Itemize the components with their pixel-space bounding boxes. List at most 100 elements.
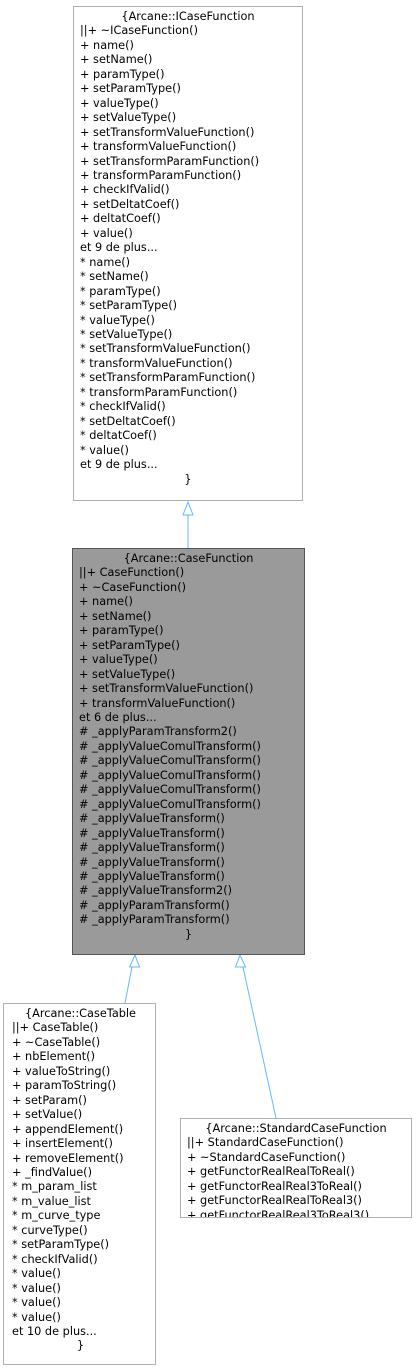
class-member: * setDeltatCoef()	[80, 414, 176, 428]
class-member: # _applyValueTransform()	[79, 869, 225, 883]
class-closing-brace: }	[184, 927, 193, 941]
class-member: + getFunctorRealRealToReal3()	[187, 1194, 362, 1208]
class-member: * setParamType()	[80, 299, 178, 313]
class-member: # _applyValueTransform()	[79, 812, 225, 826]
class-member: et 6 de plus...	[79, 710, 157, 724]
class-member: * transformValueFunction()	[80, 356, 233, 370]
class-member: + getFunctorRealReal3ToReal3()	[187, 1208, 370, 1218]
class-member: + setName()	[80, 53, 153, 67]
class-member: + paramToString()	[12, 1079, 117, 1093]
class-member: ||+ CaseFunction()	[79, 566, 185, 580]
class-member: * value()	[80, 443, 129, 457]
inheritance-arrowhead-casefunction-left	[128, 953, 141, 968]
class-member: + ~CaseFunction()	[79, 580, 187, 594]
member-list-standardcasefunction: ||+ StandardCaseFunction() + ~StandardCas…	[187, 1136, 405, 1218]
class-member: + transformParamFunction()	[80, 168, 242, 182]
class-member: * setTransformValueFunction()	[80, 342, 251, 356]
class-member: # _applyParamTransform()	[79, 913, 230, 927]
edge-casefunction-to-icasefunction	[182, 500, 194, 548]
class-member: + appendElement()	[12, 1122, 124, 1136]
member-list-casefunction: ||+ CaseFunction() + ~CaseFunction() + nam…	[79, 566, 298, 927]
class-node-casetable[interactable]: {Arcane::CaseTable ||+ CaseTable() + ~Cas…	[3, 1003, 156, 1365]
class-member: # _applyValueTransform()	[79, 826, 225, 840]
class-member: + setValue()	[12, 1108, 83, 1122]
class-closing-brace: }	[76, 1339, 85, 1353]
class-member: + setTransformValueFunction()	[80, 125, 255, 139]
class-member: # _applyValueComulTransform()	[79, 754, 261, 768]
class-member: * setTransformParamFunction()	[80, 371, 256, 385]
class-member: + name()	[80, 38, 134, 52]
class-member: # _applyValueTransform2()	[79, 884, 233, 898]
class-member: * paramType()	[80, 284, 161, 298]
class-member: * value()	[12, 1296, 61, 1310]
class-member: + setParamType()	[80, 82, 181, 96]
class-member: + value()	[80, 226, 133, 240]
class-member: * checkIfValid()	[80, 400, 166, 414]
class-member: * value()	[12, 1267, 61, 1281]
member-list-icasefunction: ||+ ~ICaseFunction() + name() + setName() +…	[80, 24, 296, 472]
class-member: + name()	[79, 595, 133, 609]
class-member: * curveType()	[12, 1223, 88, 1237]
class-member: * valueType()	[80, 313, 155, 327]
class-member: + setName()	[79, 609, 152, 623]
class-member: + valueType()	[79, 653, 158, 667]
class-member: ||+ CaseTable()	[12, 1021, 99, 1035]
class-member: # _applyParamTransform2()	[79, 725, 237, 739]
class-member: + checkIfValid()	[80, 183, 170, 197]
class-title-casefunction: {Arcane::CaseFunction	[123, 552, 254, 565]
class-member: + ~CaseTable()	[12, 1035, 101, 1049]
class-title-casetable: {Arcane::CaseTable	[24, 1007, 137, 1020]
class-member: + deltatCoef()	[80, 212, 161, 226]
class-member: ||+ ~ICaseFunction()	[80, 24, 198, 38]
class-member: + valueType()	[80, 96, 159, 110]
class-member: # _applyValueTransform()	[79, 841, 225, 855]
class-member: * setParamType()	[12, 1238, 110, 1252]
class-member: * name()	[80, 255, 131, 269]
class-member: + paramType()	[79, 624, 164, 638]
class-member: + _findValue()	[12, 1165, 92, 1179]
class-member: + getFunctorRealRealToReal()	[187, 1165, 355, 1179]
class-member: * setValueType()	[80, 327, 173, 341]
class-member: * m_value_list	[12, 1194, 91, 1208]
member-list-casetable: ||+ CaseTable() + ~CaseTable() + nbElement…	[12, 1021, 149, 1339]
class-member: + setDeltatCoef()	[80, 197, 180, 211]
class-closing-brace: }	[184, 472, 192, 486]
class-member: + setParam()	[12, 1093, 87, 1107]
class-node-standardcasefunction[interactable]: {Arcane::StandardCaseFunction ||+ Standa…	[180, 1118, 412, 1218]
class-member: * setName()	[80, 270, 149, 284]
edge-line-casetable-casefunction	[124, 966, 133, 1004]
class-member: + insertElement()	[12, 1137, 113, 1151]
class-member: et 9 de plus...	[80, 458, 158, 472]
class-member: # _applyValueComulTransform()	[79, 783, 261, 797]
class-member: * m_curve_type	[12, 1209, 101, 1223]
edge-line-standardcasefunction-casefunction	[242, 966, 277, 1119]
class-member: + removeElement()	[12, 1151, 124, 1165]
class-member: + setTransformParamFunction()	[80, 154, 260, 168]
class-title-standardcasefunction: {Arcane::StandardCaseFunction	[205, 1122, 387, 1135]
class-member: + setValueType()	[79, 667, 176, 681]
class-member: * deltatCoef()	[80, 429, 157, 443]
class-member: * m_param_list	[12, 1180, 97, 1194]
class-member: + transformValueFunction()	[79, 696, 236, 710]
class-member: # _applyValueComulTransform()	[79, 768, 261, 782]
class-member: ||+ StandardCaseFunction()	[187, 1136, 344, 1150]
class-member: + ~StandardCaseFunction()	[187, 1150, 346, 1164]
class-node-icasefunction[interactable]: {Arcane::ICaseFunction ||+ ~ICaseFunctio…	[73, 6, 303, 501]
class-member: + getFunctorRealReal3ToReal()	[187, 1179, 362, 1193]
class-member: * checkIfValid()	[12, 1252, 98, 1266]
class-member: * value()	[12, 1310, 61, 1324]
class-member: # _applyValueTransform()	[79, 855, 225, 869]
class-member: * value()	[12, 1281, 61, 1295]
class-member: # _applyValueComulTransform()	[79, 797, 261, 811]
class-node-casefunction[interactable]: {Arcane::CaseFunction ||+ CaseFunction()…	[72, 548, 305, 955]
class-member: + nbElement()	[12, 1050, 95, 1064]
inheritance-arrowhead-casefunction-right	[234, 953, 247, 968]
class-title-icasefunction: {Arcane::ICaseFunction	[121, 10, 255, 23]
edge-standardcasefunction-to-casefunction	[234, 953, 277, 1119]
class-member: + setValueType()	[80, 111, 177, 125]
class-member: + paramType()	[80, 67, 165, 81]
class-member: et 10 de plus...	[12, 1324, 97, 1338]
class-member: + transformValueFunction()	[80, 140, 237, 154]
class-member: + valueToString()	[12, 1064, 111, 1078]
class-member: + setTransformValueFunction()	[79, 682, 254, 696]
